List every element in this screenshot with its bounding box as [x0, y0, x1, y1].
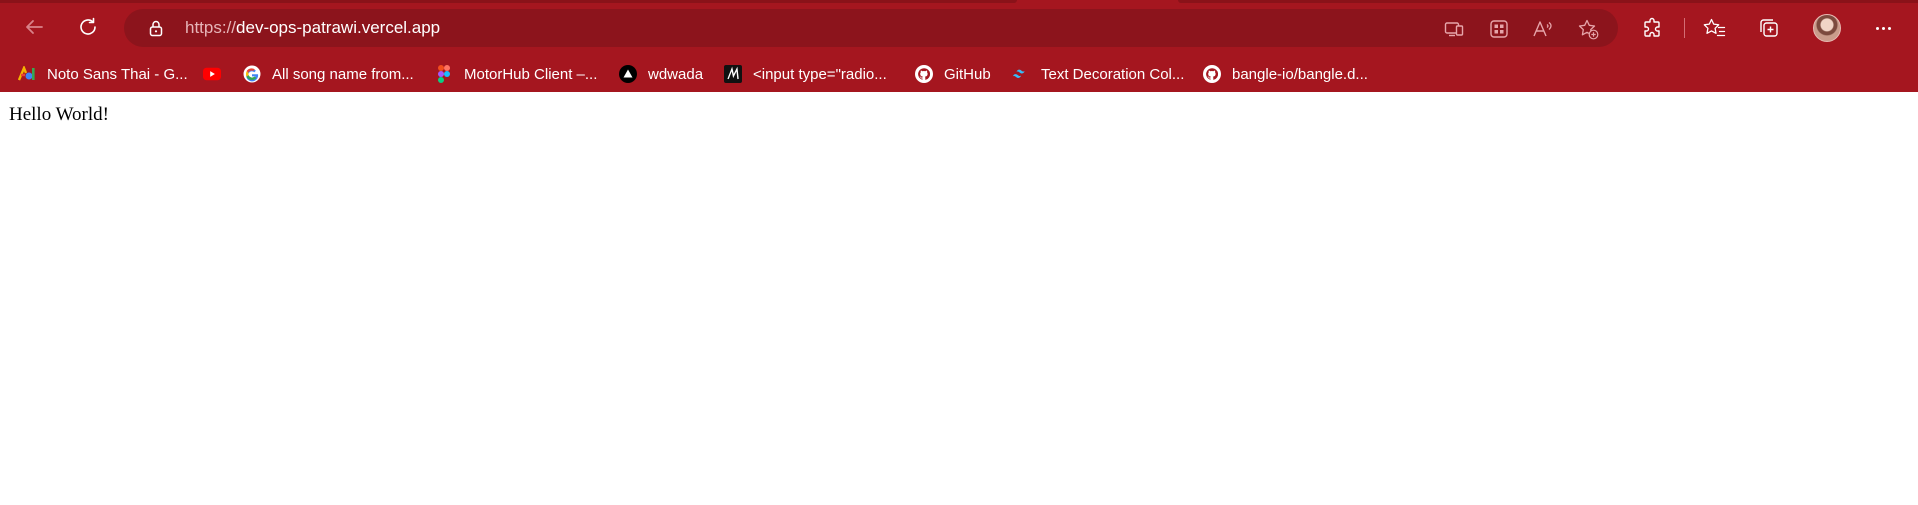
github-icon [1203, 65, 1221, 83]
url-protocol: https:// [185, 18, 237, 37]
read-aloud-icon[interactable] [1530, 16, 1556, 42]
back-icon [23, 16, 45, 38]
favorite-item[interactable]: All song name from... [243, 59, 414, 89]
favorite-label: All song name from... [272, 65, 414, 83]
favorite-label: GitHub [944, 65, 991, 83]
device-cast-icon[interactable] [1441, 16, 1467, 42]
google-icon [243, 65, 261, 83]
favorites-bar: Noto Sans Thai - G... All song name from… [0, 55, 1918, 92]
favorite-label: <input type="radio... [753, 65, 887, 83]
favorite-item[interactable]: Text Decoration Col... [1012, 59, 1184, 89]
tab-strip-edge [0, 0, 1017, 3]
favorite-item[interactable] [203, 59, 232, 89]
favorite-label: bangle-io/bangle.d... [1232, 65, 1368, 83]
vercel-icon [619, 65, 637, 83]
favorite-label: Noto Sans Thai - G... [47, 65, 188, 83]
tailwind-icon [1012, 65, 1030, 83]
url-host: dev-ops-patrawi.vercel.app [236, 18, 441, 37]
address-bar[interactable]: https://dev-ops-patrawi.vercel.app [124, 9, 1618, 47]
github-icon [915, 65, 933, 83]
extensions-icon[interactable] [1638, 13, 1668, 43]
youtube-icon [203, 65, 221, 83]
lock-icon[interactable] [146, 18, 166, 38]
favorite-item[interactable]: wdwada [619, 59, 703, 89]
profile-avatar[interactable] [1813, 14, 1841, 42]
collections-icon[interactable] [1754, 13, 1784, 43]
toolbar-separator [1684, 18, 1685, 38]
back-button[interactable] [16, 9, 52, 45]
favorite-label: MotorHub Client –... [464, 65, 598, 83]
refresh-button[interactable] [70, 9, 106, 45]
more-icon[interactable] [1868, 14, 1898, 42]
m-logo-icon [724, 65, 742, 83]
page-content-text: Hello World! [9, 104, 109, 125]
refresh-icon [77, 16, 99, 38]
favorite-item[interactable]: <input type="radio... [724, 59, 887, 89]
favorite-item[interactable]: bangle-io/bangle.d... [1203, 59, 1368, 89]
favorite-label: Text Decoration Col... [1041, 65, 1185, 83]
tab-strip-edge [1178, 0, 1918, 3]
favorite-label: wdwada [648, 65, 704, 83]
browser-toolbar: https://dev-ops-patrawi.vercel.app [0, 0, 1918, 55]
favorite-item[interactable]: Noto Sans Thai - G... [18, 59, 188, 89]
url-text[interactable]: https://dev-ops-patrawi.vercel.app [185, 18, 440, 38]
favorites-icon[interactable] [1700, 13, 1730, 43]
favorite-item[interactable]: GitHub [915, 59, 991, 89]
apps-icon[interactable] [1486, 16, 1512, 42]
add-favorite-icon[interactable] [1575, 16, 1601, 42]
google-fonts-icon [18, 65, 36, 83]
favorite-item[interactable]: MotorHub Client –... [435, 59, 597, 89]
figma-icon [435, 65, 453, 83]
